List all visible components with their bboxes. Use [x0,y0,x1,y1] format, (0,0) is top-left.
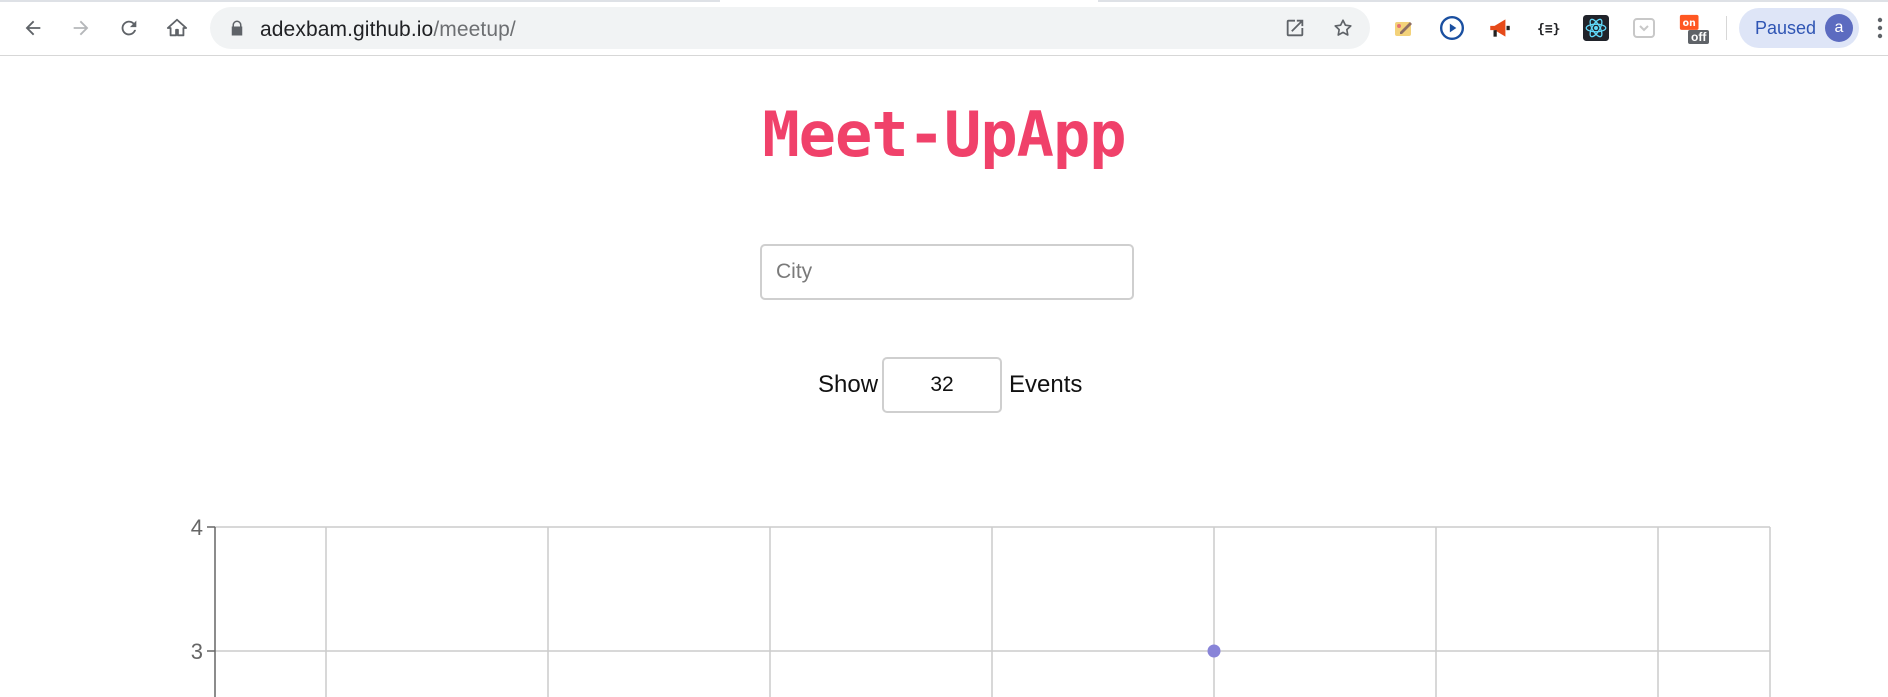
play-circle-icon[interactable] [1438,14,1466,42]
toolbar-divider [1726,16,1727,40]
address-bar[interactable]: adexbam.github.io/meetup/ [210,7,1370,49]
pocket-icon[interactable] [1630,14,1658,42]
more-vert-icon[interactable] [1876,16,1884,40]
avatar: a [1825,14,1853,42]
extension-off-icon[interactable]: on off [1678,14,1710,44]
reload-button[interactable] [113,12,145,44]
open-in-new-icon[interactable] [1284,17,1306,39]
color-picker-icon[interactable] [1390,14,1418,42]
tab-strip-edge [0,0,720,2]
forward-button[interactable] [65,12,97,44]
tab-strip-edge [1098,0,1888,2]
browser-toolbar: adexbam.github.io/meetup/ {≡} on off Pau… [0,0,1888,56]
url-host: adexbam.github.io [260,18,434,41]
lock-icon [231,20,243,36]
profile-status: Paused [1755,18,1817,38]
profile-button[interactable]: Paused a [1739,8,1859,48]
arrow-left-icon [25,20,41,36]
reload-icon [121,20,137,36]
event-count-input[interactable] [882,357,1002,413]
show-label: Show [818,371,879,398]
y-tick-label: 3 [191,639,203,664]
svg-text:on: on [1683,18,1696,29]
url-text: adexbam.github.io/meetup/ [260,18,516,42]
city-search-input[interactable] [760,244,1134,300]
arrow-right-icon [73,20,89,36]
home-button[interactable] [161,12,193,44]
svg-text:{≡}: {≡} [1537,22,1560,37]
data-point [1207,644,1221,658]
page-title: Meet-UpApp [762,98,1126,171]
back-button[interactable] [17,12,49,44]
home-icon [166,18,188,37]
star-icon[interactable] [1332,17,1354,39]
megaphone-icon[interactable] [1486,14,1514,42]
y-tick-label: 4 [191,515,203,540]
extension-badge: off [1688,30,1710,44]
events-label: Events [1009,371,1083,398]
json-formatter-icon[interactable]: {≡} [1534,14,1562,42]
url-path: /meetup/ [433,18,516,41]
react-devtools-icon[interactable] [1582,14,1610,42]
